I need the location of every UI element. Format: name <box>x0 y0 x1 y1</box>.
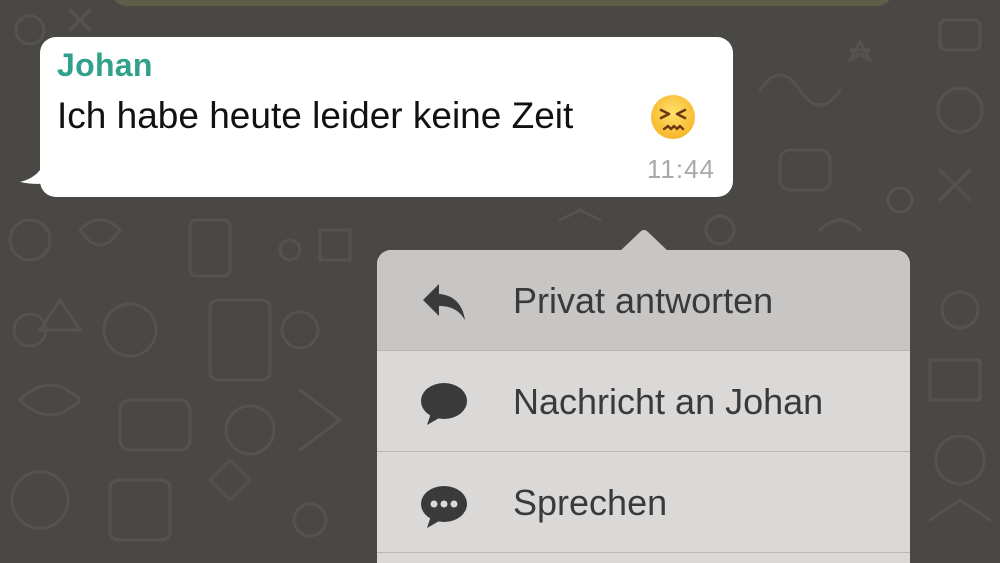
persevering-face-emoji-icon <box>651 95 695 139</box>
speech-bubble-icon <box>421 383 467 425</box>
message-text: Ich habe heute leider keine Zeit <box>57 95 574 136</box>
menu-item-private-reply[interactable]: Privat antworten <box>377 250 910 351</box>
menu-item-label: Privat antworten <box>513 280 774 321</box>
menu-item-label: Sprechen <box>513 482 668 523</box>
message-bubble[interactable]: Johan Ich habe heute leider keine Zeit 1… <box>40 37 733 197</box>
message-timestamp: 11:44 <box>646 154 715 184</box>
menu-item-label: Nachricht an Johan <box>513 381 824 422</box>
menu-item-speak[interactable]: Sprechen <box>377 452 910 553</box>
reply-icon <box>423 284 465 320</box>
previous-message-bubble-edge <box>112 0 892 6</box>
menu-item-message-johan[interactable]: Nachricht an Johan <box>377 351 910 452</box>
context-menu: Privat antworten Nachricht an Johan Spre… <box>377 250 910 563</box>
speech-bubble-dots-icon <box>421 486 467 528</box>
sender-name[interactable]: Johan <box>57 47 153 84</box>
chat-screen: Johan Ich habe heute leider keine Zeit 1… <box>0 0 1000 563</box>
